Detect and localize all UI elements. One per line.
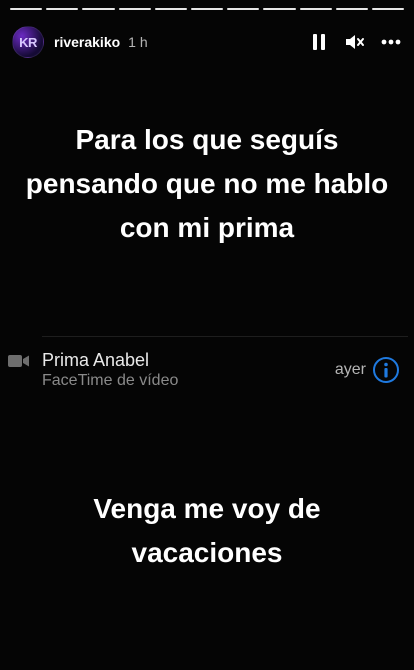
pause-button[interactable] [308,31,330,53]
story-text-top: Para los que seguís pensando que no me h… [25,124,389,243]
more-dots-icon [381,39,401,45]
facetime-call-entry: Prima Anabel FaceTime de vídeo ayer [0,348,414,398]
progress-segment [190,8,224,10]
story-text-bottom: Venga me voy de vacaciones [93,493,321,568]
post-time: 1 h [128,34,148,50]
progress-segment [10,8,43,10]
story-controls [308,31,402,53]
progress-segment [335,8,368,10]
progress-segment [154,8,187,10]
video-camera-icon [8,355,29,367]
story-viewer[interactable]: KR riverakiko 1 h Para los que seguís pe… [0,0,414,670]
mute-button[interactable] [344,31,366,53]
divider [42,336,408,337]
avatar-initials: KR [19,34,37,50]
progress-segment [82,8,115,10]
call-type: FaceTime de vídeo [42,372,179,389]
contact-name: Prima Anabel [42,350,150,370]
progress-segment [118,8,151,10]
username[interactable]: riverakiko [54,34,120,50]
muted-speaker-icon [346,35,364,49]
progress-segment [46,8,79,10]
pause-icon [313,34,325,50]
story-progress-bar [10,8,405,10]
call-date: ayer [334,361,366,378]
story-header: KR riverakiko 1 h [12,24,402,60]
progress-segment [263,8,296,10]
more-button[interactable] [380,31,402,53]
info-icon[interactable] [372,356,400,384]
progress-segment [227,8,260,10]
progress-segment [371,8,405,10]
avatar[interactable]: KR [12,26,44,58]
progress-segment [299,8,332,10]
